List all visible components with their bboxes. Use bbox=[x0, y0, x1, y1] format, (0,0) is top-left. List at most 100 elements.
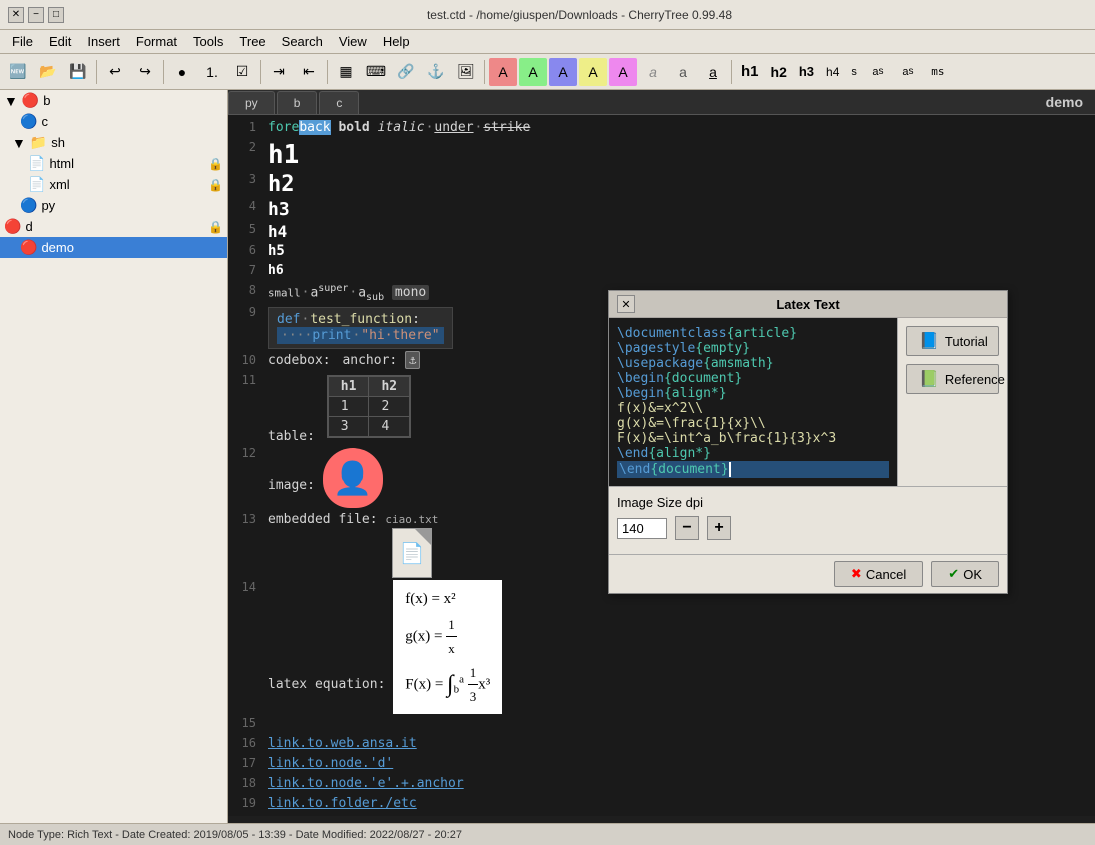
reference-button[interactable]: 📗 Reference bbox=[906, 364, 999, 394]
table-button[interactable]: ▦ bbox=[332, 58, 360, 86]
sidebar-item-py[interactable]: 🔵 py bbox=[0, 195, 227, 216]
dialog-titlebar: ✕ Latex Text bbox=[609, 291, 1007, 318]
dpi-controls: − + bbox=[617, 516, 999, 540]
color-3-button[interactable]: A bbox=[549, 58, 577, 86]
undo-button[interactable]: ↩ bbox=[101, 58, 129, 86]
reference-label: Reference bbox=[945, 372, 1005, 387]
color-7-button[interactable]: a bbox=[669, 58, 697, 86]
tab-b[interactable]: b bbox=[277, 91, 318, 114]
sidebar-label-c: c bbox=[41, 114, 48, 129]
new-node-button[interactable]: 🆕 bbox=[4, 58, 32, 86]
todo-list-button[interactable]: ☑ bbox=[228, 58, 256, 86]
superscript-button[interactable]: as bbox=[864, 58, 892, 86]
dpi-minus-button[interactable]: − bbox=[675, 516, 699, 540]
save-button[interactable]: 💾 bbox=[64, 58, 92, 86]
toolbar-sep-5 bbox=[484, 60, 485, 84]
close-button[interactable]: ✕ bbox=[8, 7, 24, 23]
monospace-button[interactable]: ms bbox=[924, 58, 952, 86]
strike-text: strike bbox=[483, 120, 530, 135]
image-button[interactable]: 🖼 bbox=[452, 58, 480, 86]
color-5-button[interactable]: A bbox=[609, 58, 637, 86]
line-3: 3 h2 bbox=[228, 171, 1095, 198]
dpi-input[interactable] bbox=[617, 518, 667, 539]
sidebar-item-b[interactable]: ▼ 🔴 b bbox=[0, 90, 227, 111]
tutorial-button[interactable]: 📘 Tutorial bbox=[906, 326, 999, 356]
main-area: ▼ 🔴 b 🔵 c ▼ 📁 sh 📄 html 🔒 📄 bbox=[0, 90, 1095, 823]
link-1[interactable]: link.to.web.ansa.it bbox=[268, 736, 417, 751]
window-title: test.ctd - /home/giuspen/Downloads - Che… bbox=[72, 8, 1087, 22]
ok-icon: ✔ bbox=[948, 566, 959, 582]
menu-file[interactable]: File bbox=[4, 32, 41, 51]
h2-button[interactable]: h2 bbox=[766, 58, 792, 86]
underline-color-button[interactable]: a bbox=[699, 58, 727, 86]
data-table: h1h2 12 34 bbox=[327, 375, 411, 438]
sidebar-item-xml[interactable]: 📄 xml 🔒 bbox=[0, 174, 227, 195]
tab-py[interactable]: py bbox=[228, 91, 275, 114]
indent-button[interactable]: ⇥ bbox=[265, 58, 293, 86]
toolbar: 🆕 📂 💾 ↩ ↪ ● 1. ☑ ⇥ ⇤ ▦ ⌨ 🔗 ⚓ 🖼 A A A A A… bbox=[0, 54, 1095, 90]
menu-tools[interactable]: Tools bbox=[185, 32, 231, 51]
h6-text: h6 bbox=[268, 263, 284, 278]
open-button[interactable]: 📂 bbox=[34, 58, 62, 86]
menu-edit[interactable]: Edit bbox=[41, 32, 79, 51]
dialog-close-button[interactable]: ✕ bbox=[617, 295, 635, 313]
menu-help[interactable]: Help bbox=[375, 32, 418, 51]
color-fg-button[interactable]: A bbox=[489, 58, 517, 86]
link-button[interactable]: 🔗 bbox=[392, 58, 420, 86]
sidebar-label-demo: demo bbox=[41, 240, 74, 255]
tutorial-label: Tutorial bbox=[945, 334, 988, 349]
cancel-label: Cancel bbox=[866, 567, 906, 582]
latex-line-4: \begin{document} bbox=[617, 371, 889, 386]
menu-format[interactable]: Format bbox=[128, 32, 185, 51]
code-line-1: def·test_function: bbox=[277, 312, 444, 327]
dialog-title: Latex Text bbox=[776, 297, 839, 312]
color-4-button[interactable]: A bbox=[579, 58, 607, 86]
reference-icon: 📗 bbox=[919, 369, 939, 389]
codeblock-button[interactable]: ⌨ bbox=[362, 58, 390, 86]
italic-text: italic bbox=[378, 120, 425, 135]
sidebar-item-c[interactable]: 🔵 c bbox=[0, 111, 227, 132]
dpi-plus-button[interactable]: + bbox=[707, 516, 731, 540]
link-4[interactable]: link.to.folder./etc bbox=[268, 796, 417, 811]
h1-button[interactable]: h1 bbox=[736, 58, 764, 86]
sidebar-label-b: b bbox=[43, 93, 50, 108]
h3-button[interactable]: h3 bbox=[794, 58, 819, 86]
table-label: table: bbox=[268, 429, 315, 444]
tab-c[interactable]: c bbox=[319, 91, 359, 114]
bullet-list-button[interactable]: ● bbox=[168, 58, 196, 86]
menu-search[interactable]: Search bbox=[274, 32, 331, 51]
sidebar-item-sh[interactable]: ▼ 📁 sh bbox=[0, 132, 227, 153]
ordered-list-button[interactable]: 1. bbox=[198, 58, 226, 86]
line-15: 15 bbox=[228, 715, 1095, 735]
anchor-button[interactable]: ⚓ bbox=[422, 58, 450, 86]
menu-insert[interactable]: Insert bbox=[79, 32, 128, 51]
link-2[interactable]: link.to.node.'d' bbox=[268, 756, 393, 771]
embedded-file[interactable]: ciao.txt 📄 bbox=[385, 513, 438, 578]
sidebar-item-html[interactable]: 📄 html 🔒 bbox=[0, 153, 227, 174]
color-6-button[interactable]: a bbox=[639, 58, 667, 86]
fore-text: fore bbox=[268, 120, 299, 135]
node-icon-html: 📄 bbox=[28, 155, 45, 172]
node-icon-sh: 📁 bbox=[30, 134, 47, 151]
minimize-button[interactable]: − bbox=[28, 7, 44, 23]
redo-button[interactable]: ↪ bbox=[131, 58, 159, 86]
dialog-code-editor[interactable]: \documentclass{article} \pagestyle{empty… bbox=[609, 318, 897, 486]
subscript-button[interactable]: as bbox=[894, 58, 922, 86]
sidebar-item-demo[interactable]: 🔴 demo bbox=[0, 237, 227, 258]
menu-tree[interactable]: Tree bbox=[231, 32, 273, 51]
h5-text: h5 bbox=[268, 243, 285, 259]
small-button[interactable]: s bbox=[846, 58, 862, 86]
unindent-button[interactable]: ⇤ bbox=[295, 58, 323, 86]
ok-button[interactable]: ✔ OK bbox=[931, 561, 999, 587]
bold-text: bold bbox=[338, 120, 369, 135]
sidebar-item-d[interactable]: 🔴 d 🔒 bbox=[0, 216, 227, 237]
cancel-button[interactable]: ✖ Cancel bbox=[834, 561, 923, 587]
line-20: 20 link.to.file./etc/fstab bbox=[228, 815, 1095, 816]
menu-view[interactable]: View bbox=[331, 32, 375, 51]
color-bg-button[interactable]: A bbox=[519, 58, 547, 86]
ok-label: OK bbox=[963, 567, 982, 582]
dialog-sidebar: 📘 Tutorial 📗 Reference bbox=[897, 318, 1007, 486]
h4-button[interactable]: h4 bbox=[821, 58, 844, 86]
link-3[interactable]: link.to.node.'e'.+.anchor bbox=[268, 776, 464, 791]
maximize-button[interactable]: □ bbox=[48, 7, 64, 23]
